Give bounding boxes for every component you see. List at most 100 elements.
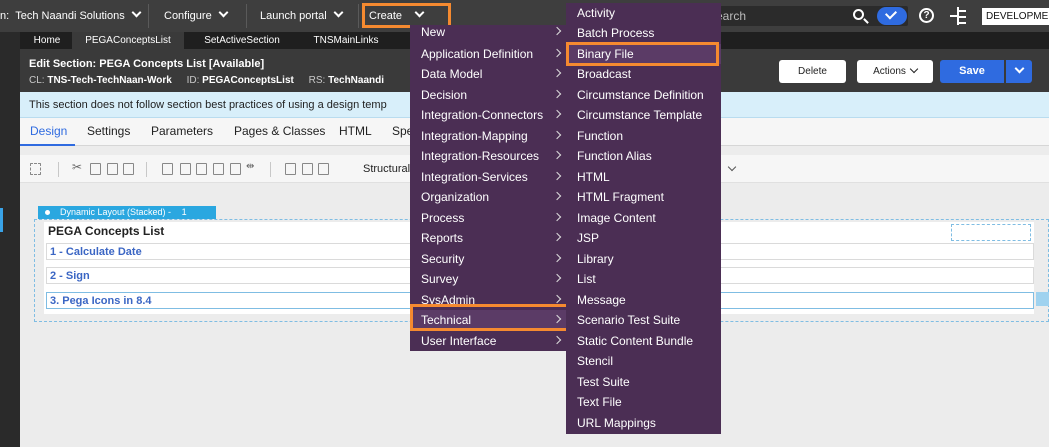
menu-item-process[interactable]: Process [410, 208, 568, 228]
submenu-item-stencil[interactable]: Stencil [566, 351, 721, 371]
save-options-button[interactable] [1006, 60, 1032, 83]
select-icon[interactable] [30, 163, 41, 175]
insert-column-icon[interactable] [180, 163, 191, 175]
submenu-item-test-suite[interactable]: Test Suite [566, 372, 721, 392]
submenu-item-batch-process[interactable]: Batch Process [566, 23, 721, 43]
launch-portal-menu[interactable]: Launch portal [260, 0, 344, 32]
search-scope-toggle[interactable] [877, 7, 907, 25]
submenu-item-image-content[interactable]: Image Content [566, 208, 721, 228]
submenu-item-jsp[interactable]: JSP [566, 228, 721, 248]
menu-item-data-model[interactable]: Data Model [410, 64, 568, 84]
tab-design[interactable]: Design [20, 118, 75, 146]
merge-icon[interactable] [213, 163, 224, 175]
menu-item-sysadmin[interactable]: SysAdmin [410, 290, 568, 310]
divider [146, 162, 147, 177]
chevron-down-icon [1014, 63, 1024, 74]
search-icon[interactable] [853, 9, 864, 20]
submenu-item-html[interactable]: HTML [566, 167, 721, 187]
cell-edit-handle[interactable] [1036, 292, 1049, 306]
chevron-right-icon [552, 150, 562, 160]
menu-item-reports[interactable]: Reports [410, 228, 568, 248]
move-icon[interactable]: ⇹ [246, 161, 257, 173]
submenu-item-static-content-bundle[interactable]: Static Content Bundle [566, 331, 721, 351]
menu-item-label: Application Definition [421, 47, 534, 61]
split-icon[interactable] [230, 163, 241, 175]
menu-item-label: Integration-Services [421, 170, 528, 184]
submenu-item-scenario-test-suite[interactable]: Scenario Test Suite [566, 310, 721, 330]
tab-html[interactable]: HTML [339, 118, 372, 146]
structural-dropdown[interactable]: Structural [363, 155, 410, 183]
create-dropdown-menu: New Application Definition Data Model De… [410, 25, 568, 351]
menu-item-integration-mapping[interactable]: Integration-Mapping [410, 126, 568, 146]
menu-item-organization[interactable]: Organization [410, 187, 568, 207]
tab-parameters[interactable]: Parameters [151, 118, 213, 146]
copy-icon[interactable] [90, 163, 101, 175]
submenu-item-activity[interactable]: Activity [566, 3, 721, 23]
menu-item-survey[interactable]: Survey [410, 269, 568, 289]
tab-pegaconceptslist[interactable]: PEGAConceptsList [72, 32, 184, 49]
menu-item-integration-services[interactable]: Integration-Services [410, 167, 568, 187]
menu-item-user-interface[interactable]: User Interface [410, 331, 568, 351]
save-button[interactable]: Save [940, 60, 1004, 83]
chevron-down-icon [333, 7, 344, 18]
cut-icon[interactable]: ✂ [72, 160, 83, 174]
menu-item-security[interactable]: Security [410, 249, 568, 269]
submenu-item-circumstance-template[interactable]: Circumstance Template [566, 105, 721, 125]
empty-cell-placeholder[interactable] [951, 224, 1031, 241]
application-switcher[interactable]: n: Tech Naandi Solutions [0, 0, 142, 32]
submenu-item-text-file[interactable]: Text File [566, 392, 721, 412]
submenu-item-binary-file[interactable]: Binary File [566, 44, 721, 64]
table-icon[interactable] [318, 163, 329, 175]
active-nav-marker[interactable] [0, 208, 3, 232]
cl-value[interactable]: TNS-Tech-TechNaan-Work [47, 75, 171, 86]
submenu-item-url-mappings[interactable]: URL Mappings [566, 413, 721, 433]
layout-tag-number: 1 [181, 207, 187, 217]
section-title[interactable]: PEGA Concepts List [48, 224, 164, 238]
chevron-right-icon [552, 26, 562, 36]
tab-tnsmainlinks[interactable]: TNSMainLinks [300, 32, 392, 49]
submenu-item-html-fragment[interactable]: HTML Fragment [566, 187, 721, 207]
tab-setactivesection[interactable]: SetActiveSection [190, 32, 294, 49]
chevron-right-icon [552, 89, 562, 99]
chevron-down-icon [131, 7, 142, 18]
submenu-item-function[interactable]: Function [566, 126, 721, 146]
menu-item-new[interactable]: New [410, 22, 568, 42]
cl-label: CL: [29, 75, 45, 86]
rule-title: Edit Section: PEGA Concepts List [Availa… [29, 58, 265, 70]
environment-badge[interactable]: DEVELOPMENT [982, 8, 1049, 25]
wrap-icon[interactable] [285, 163, 296, 175]
delete-button[interactable]: Delete [779, 60, 846, 83]
paste-icon[interactable] [107, 163, 118, 175]
menu-item-integration-resources[interactable]: Integration-Resources [410, 146, 568, 166]
unwrap-icon[interactable] [302, 163, 313, 175]
menu-item-application-definition[interactable]: Application Definition [410, 44, 568, 64]
submenu-item-list[interactable]: List [566, 269, 721, 289]
menu-item-integration-connectors[interactable]: Integration-Connectors [410, 105, 568, 125]
configure-label: Configure [164, 10, 212, 22]
menu-item-decision[interactable]: Decision [410, 85, 568, 105]
layout-icon[interactable] [196, 163, 207, 175]
submenu-item-function-alias[interactable]: Function Alias [566, 146, 721, 166]
actions-button[interactable]: Actions [857, 60, 933, 83]
chevron-right-icon [552, 109, 562, 119]
submenu-item-message[interactable]: Message [566, 290, 721, 310]
tab-home[interactable]: Home [24, 32, 70, 49]
delete-icon[interactable] [123, 163, 134, 175]
id-value: PEGAConceptsList [202, 75, 294, 86]
submenu-item-broadcast[interactable]: Broadcast [566, 64, 721, 84]
tab-settings[interactable]: Settings [87, 118, 130, 146]
menu-item-technical[interactable]: Technical [410, 310, 568, 330]
chevron-down-icon[interactable] [724, 162, 737, 175]
help-icon[interactable]: ? [919, 8, 934, 23]
rs-value[interactable]: TechNaandi [328, 75, 384, 86]
rs-label: RS: [308, 75, 326, 86]
app-explorer-icon[interactable] [950, 7, 966, 25]
dynamic-layout-tag[interactable]: Dynamic Layout (Stacked) - 1 [38, 206, 216, 219]
submenu-item-library[interactable]: Library [566, 249, 721, 269]
menu-item-label: Process [421, 211, 465, 225]
menu-item-label: User Interface [421, 334, 497, 348]
insert-row-icon[interactable] [162, 163, 173, 175]
configure-menu[interactable]: Configure [164, 0, 229, 32]
submenu-item-circumstance-definition[interactable]: Circumstance Definition [566, 85, 721, 105]
tab-pages-classes[interactable]: Pages & Classes [234, 118, 325, 146]
